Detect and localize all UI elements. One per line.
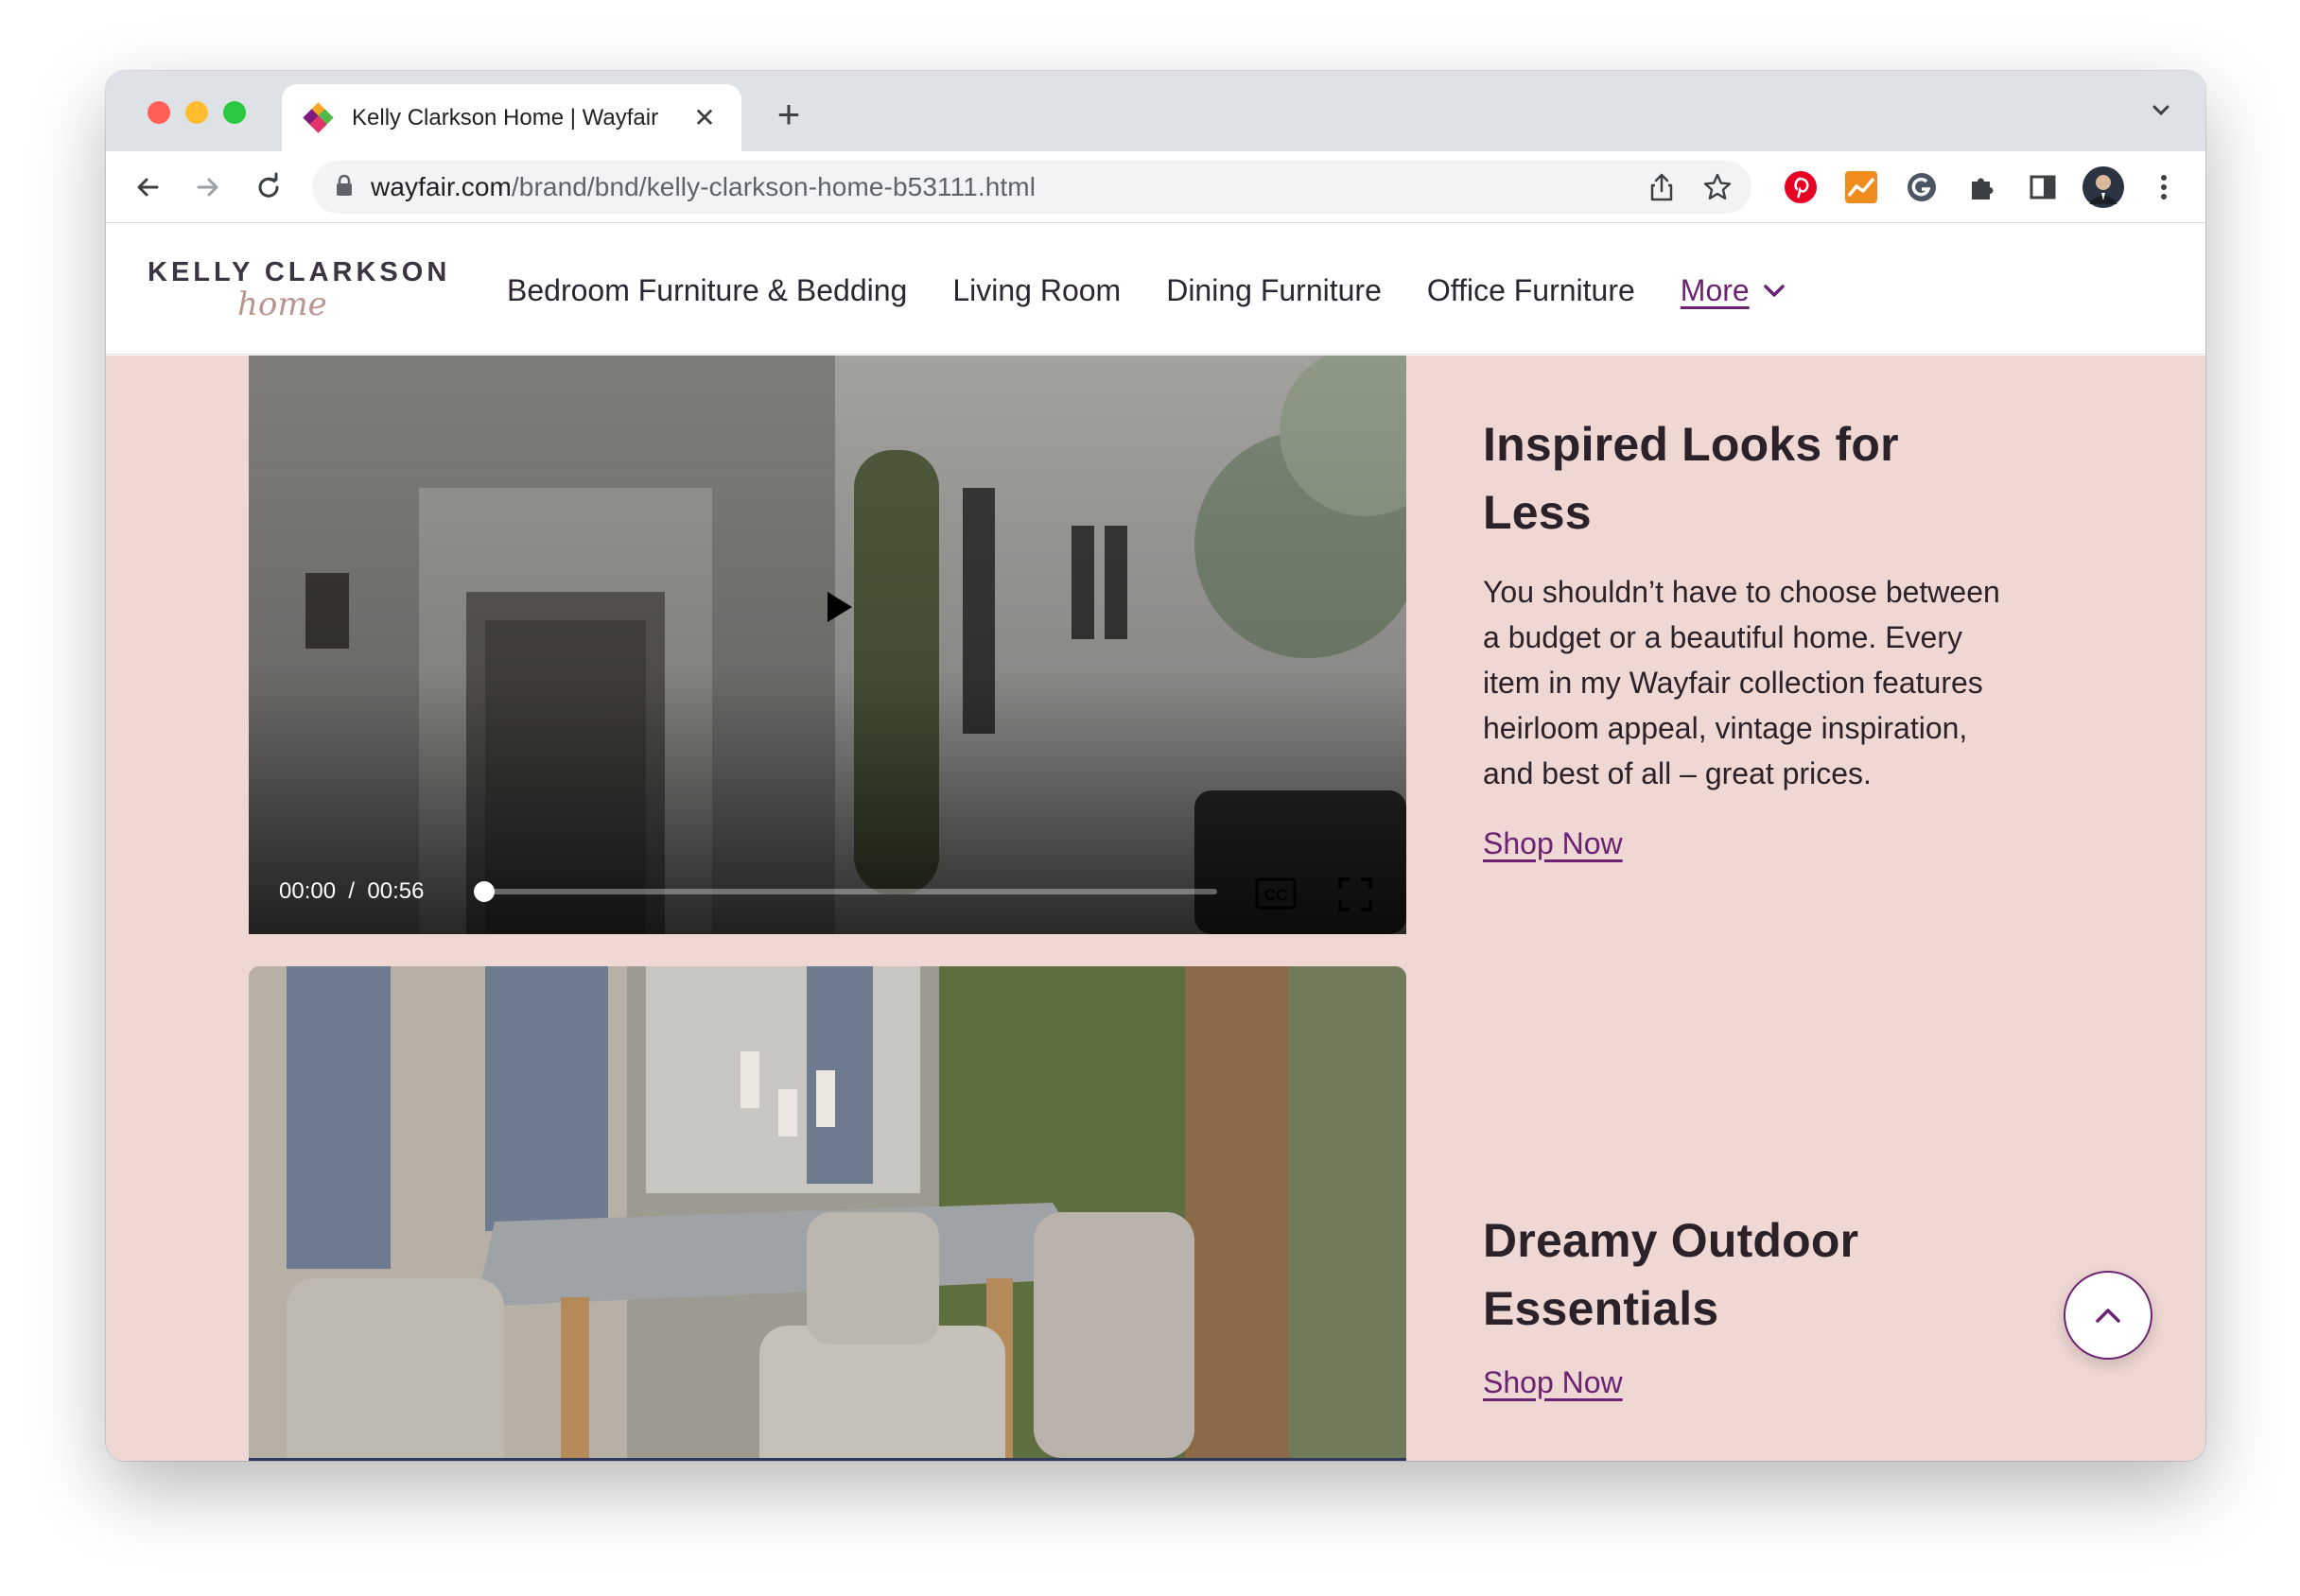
shop-now-link[interactable]: Shop Now	[1483, 1365, 1623, 1400]
section-inspired-looks: Inspired Looks for Less You shouldn’t ha…	[1483, 410, 2012, 861]
video-controls: 00:00 / 00:56 CC	[249, 849, 1406, 934]
current-time: 00:00	[279, 878, 337, 904]
video-frame-house-image	[249, 356, 1406, 934]
extensions-puzzle-icon[interactable]	[1961, 166, 2003, 208]
new-tab-button[interactable]: +	[768, 92, 810, 137]
grammar-extension-icon[interactable]	[1901, 166, 1943, 208]
section-body: You shouldn’t have to choose between a b…	[1483, 575, 2000, 790]
lock-icon[interactable]	[335, 174, 354, 201]
scroll-to-top-button[interactable]	[2064, 1271, 2152, 1360]
wayfair-favicon-icon	[303, 101, 334, 133]
side-panel-icon[interactable]	[2022, 166, 2064, 208]
tab-close-icon[interactable]: ✕	[690, 102, 719, 133]
play-icon[interactable]	[826, 590, 854, 624]
browser-menu-icon[interactable]	[2143, 166, 2185, 208]
nav-office-furniture[interactable]: Office Furniture	[1427, 273, 1635, 308]
analytics-extension-icon[interactable]	[1840, 166, 1882, 208]
browser-window: Kelly Clarkson Home | Wayfair ✕ + wayfai…	[106, 71, 2205, 1461]
section-heading: Inspired Looks for Less	[1483, 418, 1899, 539]
nav-living-room[interactable]: Living Room	[952, 273, 1121, 308]
zoom-window-button[interactable]	[223, 101, 246, 124]
pinterest-extension-icon[interactable]	[1780, 166, 1821, 208]
nav-dining-furniture[interactable]: Dining Furniture	[1166, 273, 1382, 308]
url-path: /brand/bnd/kelly-clarkson-home-b53111.ht…	[511, 172, 1037, 201]
browser-tab-active[interactable]: Kelly Clarkson Home | Wayfair ✕	[282, 84, 741, 151]
chevron-up-icon	[2096, 1309, 2120, 1323]
bookmark-star-icon[interactable]	[1702, 172, 1733, 207]
svg-text:CC: CC	[1264, 886, 1288, 904]
chevron-down-icon	[1763, 284, 1785, 297]
section-heading: Dreamy Outdoor Essentials	[1483, 1214, 1859, 1335]
reload-icon[interactable]	[250, 168, 288, 206]
tab-search-chevron-icon[interactable]	[2147, 95, 2175, 124]
main-content: 00:00 / 00:56 CC Inspired Looks for Less…	[106, 356, 2205, 1461]
outdoor-dining-image[interactable]	[249, 966, 1406, 1461]
forward-arrow-icon[interactable]	[189, 168, 227, 206]
video-progress-bar[interactable]	[474, 881, 1217, 902]
outdoor-patio-image	[249, 966, 1406, 1461]
closed-captions-icon[interactable]: CC	[1255, 877, 1297, 910]
minimize-window-button[interactable]	[185, 101, 208, 124]
logo-wordmark: KELLY CLARKSON	[148, 257, 451, 287]
video-time: 00:00 / 00:56	[279, 878, 424, 905]
nav-more-label: More	[1680, 273, 1750, 307]
video-player[interactable]: 00:00 / 00:56 CC	[249, 356, 1406, 934]
profile-avatar[interactable]	[2082, 166, 2124, 208]
section-dreamy-outdoor: Dreamy Outdoor Essentials Shop Now	[1483, 1206, 2012, 1400]
nav-bedroom-furniture-bedding[interactable]: Bedroom Furniture & Bedding	[507, 273, 907, 308]
share-icon[interactable]	[1647, 172, 1676, 207]
shop-now-link[interactable]: Shop Now	[1483, 826, 1623, 861]
tab-strip: Kelly Clarkson Home | Wayfair ✕ +	[106, 71, 2205, 151]
nav-more[interactable]: More	[1681, 273, 1786, 308]
main-nav: Bedroom Furniture & Bedding Living Room …	[507, 273, 1786, 308]
back-arrow-icon[interactable]	[129, 168, 166, 206]
tab-title: Kelly Clarkson Home | Wayfair	[352, 104, 659, 130]
address-bar[interactable]: wayfair.com/brand/bnd/kelly-clarkson-hom…	[312, 161, 1751, 214]
kelly-clarkson-home-logo[interactable]: KELLY CLARKSON home	[148, 257, 450, 323]
url-host: wayfair.com	[371, 172, 512, 201]
logo-script: home	[237, 286, 327, 323]
progress-knob[interactable]	[474, 881, 495, 902]
duration: 00:56	[367, 878, 425, 904]
fullscreen-icon[interactable]	[1338, 877, 1372, 911]
browser-toolbar: wayfair.com/brand/bnd/kelly-clarkson-hom…	[106, 151, 2205, 223]
site-header: KELLY CLARKSON home Bedroom Furniture & …	[106, 223, 2205, 355]
close-window-button[interactable]	[148, 101, 170, 124]
time-separator: /	[348, 878, 356, 904]
url-text[interactable]: wayfair.com/brand/bnd/kelly-clarkson-hom…	[371, 172, 1036, 202]
